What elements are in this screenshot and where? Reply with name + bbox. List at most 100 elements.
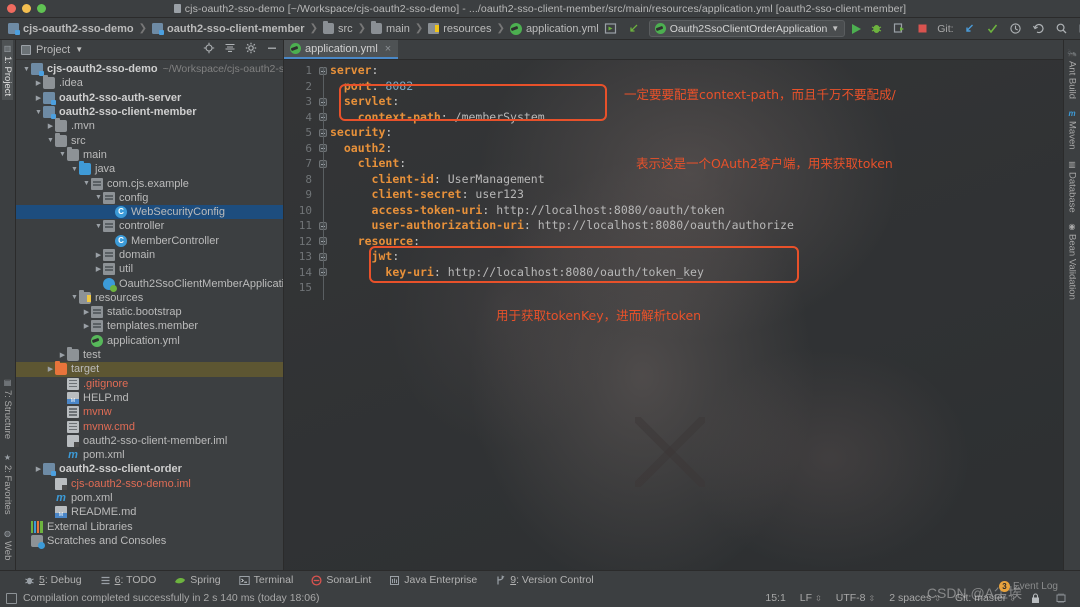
sidebar-tab-database[interactable]: ▥ Database: [1067, 155, 1078, 218]
tree-node-pom-xml[interactable]: mpom.xml: [16, 448, 283, 462]
tree-node-mvnw-cmd[interactable]: mvnw.cmd: [16, 419, 283, 433]
line-separator-selector[interactable]: LF⇳: [793, 592, 829, 604]
tree-node-oauth2-sso-auth-server[interactable]: ▶oauth2-sso-auth-server: [16, 91, 283, 105]
chevron-right-icon[interactable]: ▶: [34, 465, 43, 473]
chevron-down-icon[interactable]: ▼: [34, 109, 43, 116]
tree-node-mvnw[interactable]: mvnw: [16, 405, 283, 419]
code-line[interactable]: jwt:: [330, 249, 1063, 265]
sidebar-tab-structure[interactable]: ▤ 7: Structure: [2, 374, 13, 443]
window-controls[interactable]: [0, 4, 46, 13]
settings-gear-icon[interactable]: [245, 42, 257, 57]
tree-node-gitignore[interactable]: .gitignore: [16, 377, 283, 391]
tool-window-5-debug[interactable]: 5: Debug: [24, 574, 82, 586]
tree-node-config[interactable]: ▼config: [16, 191, 283, 205]
code-line[interactable]: resource:: [330, 234, 1063, 250]
breadcrumb-src[interactable]: src: [319, 20, 357, 38]
code-line[interactable]: client-id: UserManagement: [330, 172, 1063, 188]
tool-window-spring[interactable]: Spring: [174, 574, 220, 586]
tool-window-java-enterprise[interactable]: Java Enterprise: [389, 574, 477, 586]
hide-panel-icon[interactable]: [266, 42, 278, 57]
rollback-icon[interactable]: [1031, 21, 1047, 37]
code-line[interactable]: client:: [330, 156, 1063, 172]
collapse-all-icon[interactable]: [224, 42, 236, 57]
sidebar-tab-favorites[interactable]: ★ 2: Favorites: [2, 449, 13, 519]
code-line[interactable]: port: 8082: [330, 79, 1063, 95]
chevron-right-icon[interactable]: ▶: [46, 365, 55, 373]
tree-node-com-cjs-example[interactable]: ▼com.cjs.example: [16, 176, 283, 190]
code-line[interactable]: servlet:: [330, 94, 1063, 110]
tree-node-static-bootstrap[interactable]: ▶static.bootstrap: [16, 305, 283, 319]
tree-node-oauth2-sso-client-order[interactable]: ▶oauth2-sso-client-order: [16, 462, 283, 476]
tree-node-main[interactable]: ▼main: [16, 148, 283, 162]
tree-node-cjs-oauth2-sso-demo-iml[interactable]: cjs-oauth2-sso-demo.iml: [16, 477, 283, 491]
run-with-coverage-icon[interactable]: [891, 21, 907, 37]
sidebar-tab-web[interactable]: ◍ Web: [2, 525, 13, 564]
breadcrumb-application-yml[interactable]: application.yml: [506, 20, 603, 38]
chevron-right-icon[interactable]: ▶: [34, 79, 43, 87]
tree-node-test[interactable]: ▶test: [16, 348, 283, 362]
tree-node-help-md[interactable]: HELP.md: [16, 391, 283, 405]
breadcrumb-cjs-oauth2-sso-demo[interactable]: cjs-oauth2-sso-demo: [4, 20, 138, 38]
project-panel-title[interactable]: Project ▼: [21, 44, 83, 56]
search-everywhere-icon[interactable]: [1054, 21, 1070, 37]
tree-node-idea[interactable]: ▶.idea: [16, 76, 283, 90]
close-tab-icon[interactable]: ×: [385, 43, 391, 55]
run-configuration-selector[interactable]: Oauth2SsoClientOrderApplication ▼: [649, 20, 846, 37]
history-icon[interactable]: [1008, 21, 1024, 37]
code-line[interactable]: security:: [330, 125, 1063, 141]
project-tree[interactable]: ▼cjs-oauth2-sso-demo~/Workspace/cjs-oaut…: [16, 60, 283, 570]
stop-icon[interactable]: [914, 21, 930, 37]
lock-toggle[interactable]: [1023, 593, 1048, 604]
encoding-selector[interactable]: UTF-8⇳: [829, 592, 882, 604]
code-line[interactable]: server:: [330, 63, 1063, 79]
tree-node-external-libraries[interactable]: External Libraries: [16, 520, 283, 534]
sidebar-tab-bean-validation[interactable]: ◉ Bean Validation: [1067, 217, 1078, 305]
code-line[interactable]: oauth2:: [330, 141, 1063, 157]
tree-node-resources[interactable]: ▼resources: [16, 291, 283, 305]
chevron-down-icon[interactable]: ▼: [70, 166, 79, 173]
tool-window-terminal[interactable]: Terminal: [239, 574, 294, 586]
debug-icon[interactable]: [868, 21, 884, 37]
chevron-right-icon[interactable]: ▶: [82, 308, 91, 316]
chevron-right-icon[interactable]: ▶: [34, 94, 43, 102]
git-update-icon[interactable]: [962, 21, 978, 37]
sidebar-tab-project[interactable]: ▥ 1: Project: [2, 40, 13, 100]
code-content[interactable]: 123456789101112131415 server: port: 8082…: [284, 60, 1063, 570]
run-icon[interactable]: [852, 24, 861, 34]
chevron-right-icon[interactable]: ▶: [94, 251, 103, 259]
tree-node-oauth2ssoclientmemberapplication[interactable]: Oauth2SsoClientMemberApplication: [16, 276, 283, 290]
indent-selector[interactable]: 2 spaces⇳: [882, 592, 948, 604]
caret-position[interactable]: 15:1: [758, 592, 792, 604]
tree-node-application-yml[interactable]: application.yml: [16, 334, 283, 348]
chevron-down-icon[interactable]: ▼: [70, 294, 79, 301]
chevron-down-icon[interactable]: ▼: [75, 45, 83, 54]
editor-tab-application-yml[interactable]: application.yml ×: [284, 40, 398, 59]
tree-node-templates-member[interactable]: ▶templates.member: [16, 319, 283, 333]
tree-node-target[interactable]: ▶target: [16, 362, 283, 376]
tree-node-domain[interactable]: ▶domain: [16, 248, 283, 262]
minimize-window-button[interactable]: [22, 4, 31, 13]
tree-node-cjs-oauth2-sso-demo[interactable]: ▼cjs-oauth2-sso-demo~/Workspace/cjs-oaut…: [16, 62, 283, 76]
chevron-down-icon[interactable]: ▼: [94, 223, 103, 230]
code-line[interactable]: key-uri: http://localhost:8080/oauth/tok…: [330, 265, 1063, 281]
sidebar-tab-maven[interactable]: m Maven: [1067, 104, 1078, 155]
sidebar-tab-ant-build[interactable]: 🐜 Ant Build: [1067, 44, 1078, 104]
tool-window-9-version-control[interactable]: 9: Version Control: [495, 574, 593, 586]
tree-node-util[interactable]: ▶util: [16, 262, 283, 276]
code-line[interactable]: access-token-uri: http://localhost:8080/…: [330, 203, 1063, 219]
tree-node-pom-xml[interactable]: mpom.xml: [16, 491, 283, 505]
tree-node-scratches-and-consoles[interactable]: Scratches and Consoles: [16, 534, 283, 548]
tool-window-sonarlint[interactable]: SonarLint: [311, 574, 371, 586]
chevron-right-icon[interactable]: ▶: [58, 351, 67, 359]
code-line[interactable]: context-path: /memberSystem: [330, 110, 1063, 126]
chevron-right-icon[interactable]: ▶: [94, 265, 103, 273]
tree-node-mvn[interactable]: ▶.mvn: [16, 119, 283, 133]
chevron-down-icon[interactable]: ▼: [94, 194, 103, 201]
locate-icon[interactable]: [203, 42, 215, 57]
code-folding-gutter[interactable]: [316, 60, 330, 570]
memory-indicator[interactable]: [1048, 592, 1074, 604]
tree-node-oauth2-sso-client-member-iml[interactable]: oauth2-sso-client-member.iml: [16, 434, 283, 448]
tree-node-src[interactable]: ▼src: [16, 133, 283, 147]
breadcrumb-resources[interactable]: resources: [424, 20, 495, 38]
tool-window-6-todo[interactable]: 6: TODO: [100, 574, 157, 586]
